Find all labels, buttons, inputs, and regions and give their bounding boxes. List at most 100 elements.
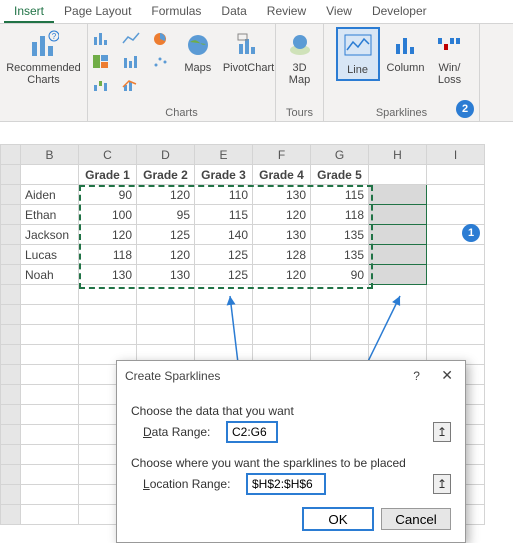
col-I[interactable]: I <box>427 145 485 165</box>
pivotchart-button[interactable]: PivotChart <box>221 28 276 76</box>
cell-C4[interactable]: 120 <box>79 225 137 245</box>
cell-C2[interactable]: 90 <box>79 185 137 205</box>
tab-developer[interactable]: Developer <box>362 0 437 23</box>
cell-E6[interactable]: 125 <box>195 265 253 285</box>
row-5[interactable] <box>1 245 21 265</box>
cell-E2[interactable]: 110 <box>195 185 253 205</box>
cell-H3[interactable] <box>369 205 427 225</box>
cell-B2[interactable]: Aiden <box>21 185 79 205</box>
col-B[interactable]: B <box>21 145 79 165</box>
cell-G6[interactable]: 90 <box>311 265 369 285</box>
data-range-picker-icon[interactable]: ↥ <box>433 422 451 442</box>
cell-E4[interactable]: 140 <box>195 225 253 245</box>
cell-B3[interactable]: Ethan <box>21 205 79 225</box>
maps-button[interactable]: Maps <box>181 28 215 76</box>
cell-D6[interactable]: 130 <box>137 265 195 285</box>
cell-D1[interactable]: Grade 2 <box>137 165 195 185</box>
cell-C6[interactable]: 130 <box>79 265 137 285</box>
3d-map-button[interactable]: 3D Map <box>283 28 317 88</box>
tab-formulas[interactable]: Formulas <box>141 0 211 23</box>
chart-stat-icon[interactable] <box>117 51 145 73</box>
tab-page-layout[interactable]: Page Layout <box>54 0 141 23</box>
tab-view[interactable]: View <box>316 0 362 23</box>
cell-H2[interactable] <box>369 185 427 205</box>
chart-scatter-icon[interactable] <box>147 51 175 73</box>
close-icon[interactable]: ✕ <box>437 367 457 383</box>
cell-B4[interactable]: Jackson <box>21 225 79 245</box>
cell-F6[interactable]: 120 <box>253 265 311 285</box>
cell-F1[interactable]: Grade 4 <box>253 165 311 185</box>
cancel-button[interactable]: Cancel <box>381 508 451 530</box>
chart-line-icon[interactable] <box>117 28 145 50</box>
cell-G2[interactable]: 115 <box>311 185 369 205</box>
row-7[interactable] <box>1 285 21 305</box>
row-3[interactable] <box>1 205 21 225</box>
cell-D4[interactable]: 125 <box>137 225 195 245</box>
cell-F5[interactable]: 128 <box>253 245 311 265</box>
cell-G4[interactable]: 135 <box>311 225 369 245</box>
row-4[interactable] <box>1 225 21 245</box>
tab-data[interactable]: Data <box>211 0 256 23</box>
cell-B5[interactable]: Lucas <box>21 245 79 265</box>
cell-C3[interactable]: 100 <box>79 205 137 225</box>
group-label-tours: Tours <box>286 105 313 119</box>
row-12[interactable] <box>1 385 21 405</box>
row-15[interactable] <box>1 445 21 465</box>
row-8[interactable] <box>1 305 21 325</box>
cell-C1[interactable]: Grade 1 <box>79 165 137 185</box>
create-sparklines-dialog: Create Sparklines ? ✕ Choose the data th… <box>116 360 466 543</box>
cell-G3[interactable]: 118 <box>311 205 369 225</box>
data-range-input[interactable] <box>227 422 277 442</box>
row-17[interactable] <box>1 485 21 505</box>
chart-gallery <box>87 28 175 96</box>
chart-column-icon[interactable] <box>87 28 115 50</box>
dialog-help-button[interactable]: ? <box>413 369 420 383</box>
row-9[interactable] <box>1 325 21 345</box>
cell-H6[interactable] <box>369 265 427 285</box>
cell-F2[interactable]: 130 <box>253 185 311 205</box>
cell-B6[interactable]: Noah <box>21 265 79 285</box>
col-G[interactable]: G <box>311 145 369 165</box>
cell-H5[interactable] <box>369 245 427 265</box>
row-13[interactable] <box>1 405 21 425</box>
cell-G5[interactable]: 135 <box>311 245 369 265</box>
chart-combo-icon[interactable] <box>117 74 145 96</box>
tab-review[interactable]: Review <box>257 0 316 23</box>
recommended-charts-button[interactable]: ? Recommended Charts <box>4 28 83 88</box>
location-range-picker-icon[interactable]: ↥ <box>433 474 451 494</box>
cell-E5[interactable]: 125 <box>195 245 253 265</box>
cell-F3[interactable]: 120 <box>253 205 311 225</box>
chart-hierarchy-icon[interactable] <box>87 51 115 73</box>
cell-H4[interactable] <box>369 225 427 245</box>
cell-E3[interactable]: 115 <box>195 205 253 225</box>
row-10[interactable] <box>1 345 21 365</box>
ok-button[interactable]: OK <box>303 508 373 530</box>
row-18[interactable] <box>1 505 21 525</box>
cell-C5[interactable]: 118 <box>79 245 137 265</box>
col-F[interactable]: F <box>253 145 311 165</box>
cell-E1[interactable]: Grade 3 <box>195 165 253 185</box>
chart-waterfall-icon[interactable] <box>87 74 115 96</box>
sparkline-column-button[interactable]: Column <box>385 28 427 76</box>
row-14[interactable] <box>1 425 21 445</box>
corner-cell[interactable] <box>1 145 21 165</box>
cell-D5[interactable]: 120 <box>137 245 195 265</box>
location-range-input[interactable] <box>247 474 325 494</box>
row-16[interactable] <box>1 465 21 485</box>
row-2[interactable] <box>1 185 21 205</box>
sparkline-line-button[interactable]: Line <box>337 28 379 80</box>
cell-D3[interactable]: 95 <box>137 205 195 225</box>
cell-G1[interactable]: Grade 5 <box>311 165 369 185</box>
col-H[interactable]: H <box>369 145 427 165</box>
col-E[interactable]: E <box>195 145 253 165</box>
chart-pie-icon[interactable] <box>147 28 175 50</box>
row-6[interactable] <box>1 265 21 285</box>
sparkline-winloss-button[interactable]: Win/ Loss <box>432 28 466 88</box>
cell-F4[interactable]: 130 <box>253 225 311 245</box>
col-C[interactable]: C <box>79 145 137 165</box>
tab-insert[interactable]: Insert <box>4 0 54 23</box>
col-D[interactable]: D <box>137 145 195 165</box>
row-11[interactable] <box>1 365 21 385</box>
row-1[interactable] <box>1 165 21 185</box>
cell-D2[interactable]: 120 <box>137 185 195 205</box>
